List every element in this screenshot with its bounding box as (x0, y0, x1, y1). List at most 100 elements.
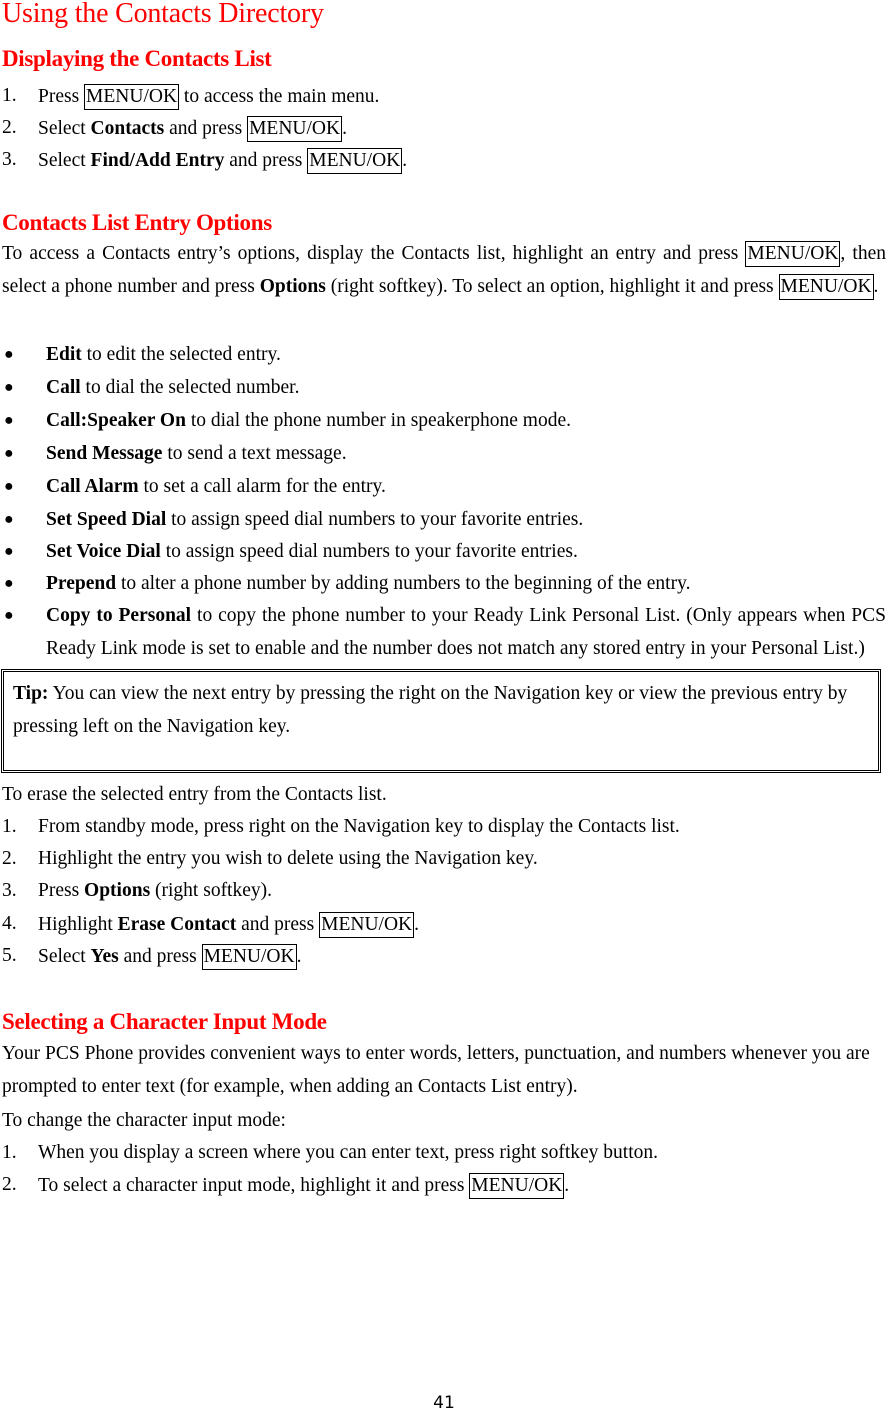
step-text: When you display a screen where you can … (38, 1142, 659, 1163)
section-heading-displaying-contacts: Displaying the Contacts List (2, 46, 272, 71)
option-text: Call Alarm to set a call alarm for the e… (46, 475, 386, 499)
step-text-pre: Select (38, 150, 91, 171)
tip-body: You can view the next entry by pressing … (13, 683, 848, 737)
bullet-icon: ● (4, 346, 14, 363)
option-desc: to alter a phone number by adding number… (116, 573, 691, 594)
intro-text: To access a Contacts entry’s options, di… (2, 243, 746, 264)
change-intro: To change the character input mode: (2, 1110, 286, 1131)
option-name: Set Speed Dial (46, 509, 167, 530)
option-name: Copy to Personal (46, 605, 192, 626)
step-number: 3. (2, 880, 17, 901)
option-name: Call (46, 377, 81, 398)
step-text: Press MENU/OK to access the main menu. (38, 84, 379, 110)
option-text: Send Message to send a text message. (46, 442, 347, 466)
key-label: MENU/OK (247, 116, 343, 142)
tip-box: Tip: You can view the next entry by pres… (1, 669, 881, 773)
option-name: Call Alarm (46, 476, 139, 497)
step-text: Highlight the entry you wish to delete u… (38, 848, 538, 869)
menu-term: Erase Contact (117, 914, 237, 935)
erase-intro: To erase the selected entry from the Con… (2, 784, 387, 805)
input-mode-paragraph: Your PCS Phone provides convenient ways … (2, 1043, 870, 1097)
step-text-pre: To select a character input mode, highli… (38, 1175, 470, 1196)
option-text: Prepend to alter a phone number by addin… (46, 572, 690, 596)
step-text-mid: and press (224, 150, 308, 171)
option-desc: to dial the selected number. (80, 377, 300, 398)
step-number: 2. (2, 848, 17, 869)
option-text: Set Speed Dial to assign speed dial numb… (46, 508, 583, 532)
tip-text: Tip: You can view the next entry by pres… (13, 677, 863, 743)
step-text-post: . (296, 946, 302, 967)
step-text: Select Contacts and press MENU/OK. (38, 116, 347, 142)
step-text: Select Yes and press MENU/OK. (38, 944, 301, 970)
menu-term: Find/Add Entry (90, 150, 225, 171)
key-label: MENU/OK (84, 84, 180, 110)
option-name: Prepend (46, 573, 117, 594)
step-text-mid: and press (236, 914, 320, 935)
bullet-icon: ● (4, 478, 14, 495)
step-text-pre: Press (38, 86, 85, 107)
option-desc: to dial the phone number in speakerphone… (185, 410, 571, 431)
key-label: MENU/OK (745, 241, 841, 267)
step-text-post: . (414, 914, 419, 935)
option-desc: to assign speed dial numbers to your fav… (166, 509, 584, 530)
step-text-mid: and press (164, 118, 248, 139)
step-text-post: to access the main menu. (179, 86, 380, 107)
option-text: Call:Speaker On to dial the phone number… (46, 409, 571, 433)
step-text: Press Options (right softkey). (38, 879, 272, 903)
step-text-pre: Press (38, 880, 85, 901)
option-desc: to send a text message. (162, 443, 347, 464)
option-name: Set Voice Dial (46, 541, 161, 562)
step-text-post: . (564, 1175, 570, 1196)
intro-text: (right softkey). To select an option, hi… (325, 276, 779, 297)
option-text: Set Voice Dial to assign speed dial numb… (46, 540, 578, 564)
section-heading-input-mode: Selecting a Character Input Mode (2, 1009, 327, 1034)
step-text: Select Find/Add Entry and press MENU/OK. (38, 148, 407, 174)
option-text: Edit to edit the selected entry. (46, 343, 281, 367)
step-number: 1. (2, 816, 17, 837)
menu-term: Options (84, 880, 151, 901)
option-name: Edit (46, 344, 82, 365)
key-label: MENU/OK (778, 274, 874, 300)
option-desc: to set a call alarm for the entry. (138, 476, 386, 497)
step-text-pre: Select (38, 118, 91, 139)
intro-text: . (873, 276, 879, 297)
option-text: Call to dial the selected number. (46, 376, 299, 400)
key-label: MENU/OK (201, 944, 297, 970)
step-number: 1. (2, 1142, 17, 1163)
key-label: MENU/OK (319, 912, 415, 938)
option-desc: to assign speed dial numbers to your fav… (160, 541, 578, 562)
tip-label: Tip: (13, 683, 49, 704)
key-label: MENU/OK (307, 148, 403, 174)
step-number: 4. (2, 913, 17, 934)
step-number: 1. (2, 85, 17, 106)
bullet-icon: ● (4, 511, 14, 528)
step-text-post: . (342, 118, 347, 139)
bullet-icon: ● (4, 607, 14, 624)
menu-term: Options (259, 276, 326, 297)
bullet-icon: ● (4, 412, 14, 429)
bullet-icon: ● (4, 543, 14, 560)
option-desc: to edit the selected entry. (81, 344, 281, 365)
page-number: 41 (433, 1393, 455, 1413)
step-text: Highlight Erase Contact and press MENU/O… (38, 912, 419, 938)
option-name: Call:Speaker On (46, 410, 186, 431)
key-label: MENU/OK (469, 1173, 565, 1199)
option-text: Copy to Personal to copy the phone numbe… (46, 599, 886, 665)
menu-term: Contacts (90, 118, 165, 139)
step-text-pre: Select (38, 946, 91, 967)
section-heading-entry-options: Contacts List Entry Options (2, 210, 272, 235)
page-title: Using the Contacts Directory (2, 0, 324, 29)
bullet-icon: ● (4, 445, 14, 462)
step-number: 2. (2, 1174, 17, 1195)
step-text: From standby mode, press right on the Na… (38, 816, 680, 837)
step-text-mid: (right softkey). (150, 880, 273, 901)
step-text-pre: Highlight (38, 914, 118, 935)
step-text-mid: and press (118, 946, 202, 967)
step-number: 2. (2, 117, 17, 138)
step-text: To select a character input mode, highli… (38, 1173, 569, 1199)
step-number: 5. (2, 945, 17, 966)
intro-paragraph: To access a Contacts entry’s options, di… (2, 237, 886, 303)
bullet-icon: ● (4, 379, 14, 396)
menu-term: Yes (90, 946, 119, 967)
step-number: 3. (2, 149, 17, 170)
